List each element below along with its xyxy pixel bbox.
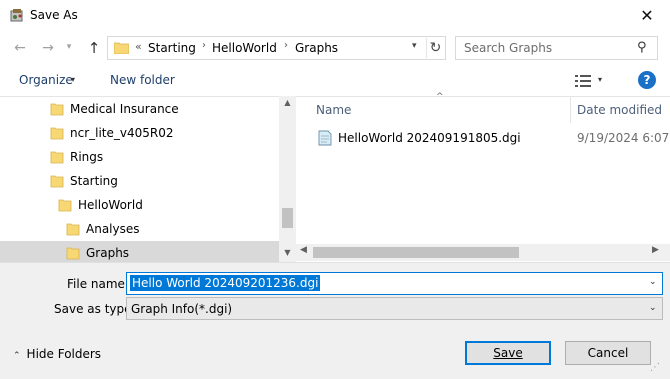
save-button[interactable]: Save — [465, 341, 551, 365]
help-icon[interactable]: ? — [638, 71, 656, 89]
hide-folders-button[interactable]: ⌃ Hide Folders — [13, 347, 101, 361]
close-button[interactable]: ✕ — [624, 0, 670, 31]
scrollbar-thumb[interactable] — [313, 247, 519, 258]
scroll-down-icon[interactable]: ▼ — [279, 248, 296, 257]
horizontal-scrollbar[interactable]: ◀ ▶ — [296, 244, 670, 261]
file-date-modified: 9/19/2024 6:07 PM — [577, 131, 670, 145]
tree-item-analyses[interactable]: Analyses — [0, 217, 279, 241]
new-folder-button[interactable]: New folder — [110, 73, 175, 87]
breadcrumb-starting[interactable]: Starting — [148, 41, 196, 55]
navigation-scrollbar[interactable]: ▲ ▼ — [279, 96, 296, 262]
forward-button[interactable]: → — [38, 38, 58, 58]
search-input[interactable]: Search Graphs ⚲ — [455, 36, 658, 60]
tree-item-starting[interactable]: Starting — [0, 169, 279, 193]
resize-grip-icon[interactable]: ⋰ — [650, 362, 660, 373]
save-as-type-select[interactable]: Graph Info(*.dgi) ⌄ — [126, 297, 663, 320]
tree-item-ncr-lite[interactable]: ncr_lite_v405R02 — [0, 121, 279, 145]
sort-ascending-icon: ^ — [436, 92, 444, 102]
scroll-up-icon[interactable]: ▲ — [279, 98, 296, 107]
column-header-name[interactable]: Name — [316, 103, 351, 117]
hide-folders-label: Hide Folders — [26, 347, 102, 361]
chevron-down-icon[interactable]: ⌄ — [649, 303, 657, 313]
folder-icon — [58, 199, 72, 212]
cancel-button[interactable]: Cancel — [565, 341, 651, 365]
navigation-pane: Medical Insurance ncr_lite_v405R02 Rings… — [0, 96, 296, 265]
organize-button[interactable]: Organize — [19, 73, 73, 87]
chevron-right-icon[interactable]: › — [284, 40, 288, 51]
save-label: Save — [493, 346, 523, 360]
folder-icon — [114, 42, 129, 54]
refresh-icon[interactable]: ↻ — [426, 38, 444, 58]
column-header-date-modified[interactable]: Date modified — [577, 103, 662, 117]
scroll-right-icon[interactable]: ▶ — [652, 245, 659, 255]
tree-item-label: Graphs — [86, 246, 130, 260]
folder-icon — [50, 127, 64, 140]
tree-item-medical-insurance[interactable]: Medical Insurance — [0, 97, 279, 121]
chevron-up-icon: ⌃ — [13, 351, 21, 361]
chevron-right-icon[interactable]: › — [202, 40, 206, 51]
view-options-icon[interactable] — [575, 74, 591, 88]
back-button[interactable]: ← — [10, 38, 30, 58]
file-name-field[interactable]: Hello World 202409201236.dgi ⌄ — [126, 272, 663, 295]
chevron-down-icon[interactable]: ▾ — [412, 41, 417, 51]
recent-locations-icon[interactable]: ▾ — [62, 40, 76, 54]
file-icon — [318, 130, 332, 146]
tree-item-label: Rings — [70, 150, 104, 164]
scrollbar-thumb[interactable] — [282, 208, 293, 228]
folder-icon — [50, 175, 64, 188]
column-divider[interactable] — [570, 97, 571, 123]
up-folder-button[interactable]: ↑ — [84, 37, 104, 59]
tree-item-label: Starting — [70, 174, 118, 188]
save-as-type-label: Save as type: — [54, 302, 136, 316]
tree-item-rings[interactable]: Rings — [0, 145, 279, 169]
chevron-down-icon[interactable]: ▾ — [71, 75, 75, 84]
address-bar[interactable]: « Starting › HelloWorld › Graphs ▾ ↻ — [107, 36, 446, 60]
folder-icon — [66, 247, 80, 260]
chevron-down-icon[interactable]: ▾ — [598, 75, 602, 84]
toolbar: Organize ▾ New folder ▾ ? — [0, 66, 670, 96]
window-title: Save As — [30, 8, 78, 22]
tree-item-helloworld[interactable]: HelloWorld — [0, 193, 279, 217]
save-as-type-value: Graph Info(*.dgi) — [131, 302, 233, 316]
folder-icon — [50, 103, 64, 116]
breadcrumb-graphs[interactable]: Graphs — [295, 41, 338, 55]
chevron-down-icon[interactable]: ⌄ — [649, 277, 657, 287]
file-name-value[interactable]: Hello World 202409201236.dgi — [130, 275, 321, 291]
scroll-left-icon[interactable]: ◀ — [300, 245, 307, 255]
file-name-label: File name: — [67, 277, 129, 291]
folder-icon — [50, 151, 64, 164]
folder-icon — [66, 223, 80, 236]
tree-item-label: Medical Insurance — [70, 102, 179, 116]
app-icon — [10, 9, 23, 22]
title-bar: Save As ✕ — [0, 0, 670, 31]
file-list — [296, 96, 670, 262]
tree-item-label: Analyses — [86, 222, 140, 236]
tree-item-label: ncr_lite_v405R02 — [70, 126, 174, 140]
search-placeholder: Search Graphs — [464, 41, 553, 55]
breadcrumb-helloworld[interactable]: HelloWorld — [212, 41, 277, 55]
search-icon[interactable]: ⚲ — [637, 40, 647, 55]
tree-item-label: HelloWorld — [78, 198, 143, 212]
file-name[interactable]: HelloWorld 202409191805.dgi — [338, 131, 521, 145]
overflow-icon[interactable]: « — [135, 40, 142, 53]
